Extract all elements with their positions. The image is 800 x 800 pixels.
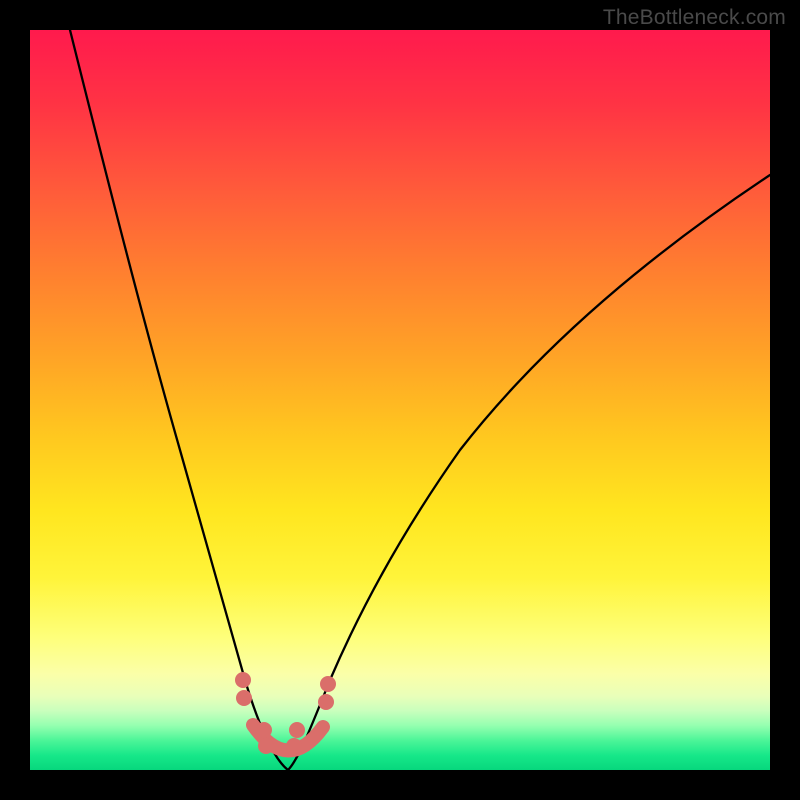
marker-dot xyxy=(289,722,305,738)
marker-dot xyxy=(256,722,272,738)
marker-dot xyxy=(258,738,274,754)
left-curve-path xyxy=(70,30,288,770)
marker-dot xyxy=(236,690,252,706)
marker-dots-group xyxy=(235,672,336,754)
right-curve-path xyxy=(288,175,770,770)
marker-dot xyxy=(286,738,302,754)
marker-dot xyxy=(320,676,336,692)
watermark-text: TheBottleneck.com xyxy=(603,6,786,30)
marker-dot xyxy=(318,694,334,710)
plot-area xyxy=(30,30,770,770)
marker-dot xyxy=(235,672,251,688)
chart-frame: TheBottleneck.com xyxy=(0,0,800,800)
chart-svg xyxy=(30,30,770,770)
